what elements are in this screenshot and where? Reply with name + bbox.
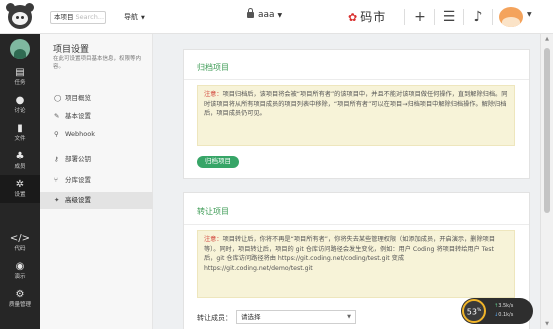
sidebar-item-files[interactable]: ▮ 文件 [0, 119, 40, 147]
transfer-notice: 注意：项目转让后，你将不再是“项目所有者”，你将失去某些管理权限（如添加成员，开… [197, 230, 515, 298]
settings-submenu: 项目设置 在此可设置项目基本信息，权限等内容。 ◯ 项目概览 ✎ 基本设置 ⚲ Web… [40, 34, 153, 329]
usage-gauge: 53% [462, 299, 486, 323]
brand-mark-icon: ✿ [348, 11, 359, 24]
user-avatar[interactable] [499, 7, 523, 27]
submenu-item-deploy-key[interactable]: ⚷ 部署公钥 [40, 151, 153, 168]
download-speed: ↓0.1k/s [494, 312, 514, 318]
code-icon: </> [9, 233, 31, 244]
chevron-down-icon: ▼ [277, 12, 283, 19]
archive-notice: 注意：项目归档后，该项目将会被“项目所有者”的该项目中，并且不能对该项目做任何操… [197, 85, 515, 146]
overview-icon: ◯ [54, 94, 62, 102]
search-placeholder: Search... [75, 13, 105, 21]
bell-icon[interactable]: ♪ [470, 9, 486, 25]
sidebar-item-discussion[interactable]: ● 讨论 [0, 91, 40, 119]
project-switcher[interactable]: aaa ▼ [247, 8, 283, 20]
advanced-icon: ✦ [54, 196, 60, 204]
sidebar-item-quality[interactable]: ⚙ 质量管理 [0, 285, 40, 313]
sidebar-item-members[interactable]: ♣ 成员 [0, 147, 40, 175]
wrench-icon: ✎ [54, 112, 60, 120]
divider [463, 9, 464, 25]
quality-icon: ⚙ [15, 289, 25, 300]
monkey-logo-icon[interactable] [6, 3, 34, 29]
notice-label: 注意： [204, 91, 223, 98]
submenu-title: 项目设置 [53, 45, 90, 55]
divider [184, 79, 529, 80]
sidebar-item-settings[interactable]: ✲ 设置 [0, 175, 40, 203]
chevron-down-icon: ▼ [347, 314, 351, 320]
nav-dropdown[interactable]: 导航 ▼ [124, 12, 145, 22]
sidebar-item-tasks[interactable]: ▤ 任务 [0, 63, 40, 91]
submenu-item-webhook[interactable]: ⚲ Webhook [40, 126, 153, 143]
transfer-title: 转让项目 [197, 207, 229, 216]
top-navbar: 本项目 Search... 导航 ▼ aaa ▼ ✿ 码市 + ☰ ♪ ▼ [0, 0, 553, 34]
branch-icon: ⑂ [54, 176, 58, 184]
notice-text: 项目归档后，该项目将会被“项目所有者”的该项目中，并且不能对该项目做任何操作，直… [204, 91, 508, 118]
task-icon: ▤ [15, 67, 25, 78]
search-scope-label: 本项目 [54, 13, 74, 21]
project-name: aaa [258, 10, 275, 20]
divider [492, 9, 493, 25]
project-avatar[interactable] [10, 39, 30, 59]
scroll-thumb[interactable] [544, 48, 550, 213]
transfer-member-select[interactable]: 请选择 ▼ [236, 310, 356, 324]
inbox-icon[interactable]: ☰ [441, 9, 457, 25]
chevron-down-icon[interactable]: ▼ [527, 11, 532, 18]
transfer-member-label: 转让成员： [197, 314, 232, 322]
search-input[interactable]: 本项目 Search... [50, 11, 106, 24]
project-sidebar: ▤ 任务 ● 讨论 ▮ 文件 ♣ 成员 ✲ 设置 </> 代码 ◉ 演示 ⚙ 质… [0, 34, 40, 329]
speed-widget[interactable]: 53% ↑3.5k/s ↓0.1k/s [461, 298, 533, 324]
divider [184, 224, 529, 225]
sidebar-item-demo[interactable]: ◉ 演示 [0, 257, 40, 285]
page-scrollbar[interactable]: ▲ ▼ [540, 34, 553, 329]
chevron-down-icon: ▼ [141, 15, 145, 21]
archive-project-button[interactable]: 归档项目 [197, 156, 239, 168]
demo-icon: ◉ [15, 261, 25, 272]
submenu-item-advanced[interactable]: ✦ 高级设置 [40, 192, 153, 209]
upload-speed: ↑3.5k/s [494, 303, 514, 309]
submenu-item-overview[interactable]: ◯ 项目概览 [40, 90, 153, 107]
scroll-up-icon[interactable]: ▲ [541, 34, 553, 44]
settings-icon: ✲ [15, 179, 25, 190]
archive-title: 归档项目 [197, 63, 229, 72]
lock-icon [247, 8, 254, 18]
notice-label: 注意： [204, 236, 223, 243]
notice-text: 项目转让后，你将不再是“项目所有者”，你将失去某些管理权限（如添加成员，开启演示… [204, 236, 496, 272]
brand-link[interactable]: ✿ 码市 [348, 8, 386, 25]
submenu-item-branch[interactable]: ⑂ 分库设置 [40, 172, 153, 189]
discussion-icon: ● [15, 95, 25, 106]
sidebar-item-code[interactable]: </> 代码 [0, 229, 40, 257]
members-icon: ♣ [15, 151, 25, 162]
submenu-item-basic[interactable]: ✎ 基本设置 [40, 108, 153, 125]
main-content: 归档项目 注意：项目归档后，该项目将会被“项目所有者”的该项目中，并且不能对该项… [153, 34, 540, 329]
submenu-description: 在此可设置项目基本信息，权限等内容。 [53, 56, 142, 70]
divider [434, 9, 435, 25]
archive-card: 归档项目 注意：项目归档后，该项目将会被“项目所有者”的该项目中，并且不能对该项… [183, 49, 530, 179]
key-icon: ⚷ [54, 155, 59, 163]
divider [404, 9, 405, 25]
file-icon: ▮ [17, 123, 23, 134]
plus-icon[interactable]: + [412, 9, 428, 25]
scroll-down-icon[interactable]: ▼ [541, 319, 553, 329]
webhook-icon: ⚲ [54, 130, 59, 138]
